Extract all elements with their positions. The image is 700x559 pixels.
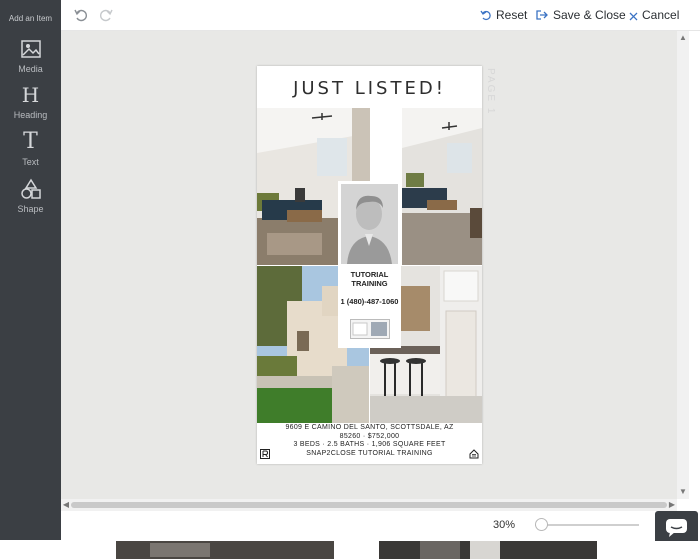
zoom-bar: 30%: [61, 511, 700, 541]
heading-icon: H: [21, 83, 40, 107]
listing-details[interactable]: 9609 E CAMINO DEL SANTO, SCOTTSDALE, AZ …: [257, 424, 482, 458]
image-icon: [20, 40, 41, 58]
equal-housing-icon: [469, 449, 479, 459]
media-label: Media: [18, 64, 43, 74]
text-label: Text: [22, 157, 39, 167]
shape-label: Shape: [17, 204, 44, 214]
heading-label: Heading: [13, 110, 48, 120]
add-shape-tool[interactable]: Shape: [0, 178, 61, 214]
scroll-up-icon[interactable]: ▲: [679, 34, 687, 42]
save-close-label: Save & Close: [553, 8, 626, 22]
page-indicator: PAGE 1: [485, 68, 496, 116]
brokerage-logo[interactable]: [350, 319, 390, 339]
reset-button[interactable]: Reset: [480, 8, 527, 22]
background-page-strip: [0, 541, 700, 559]
cancel-label: Cancel: [642, 8, 680, 22]
undo-icon[interactable]: [73, 7, 89, 23]
text-icon: T: [23, 129, 38, 154]
zoom-slider-track[interactable]: [535, 524, 639, 526]
flyer-headline[interactable]: JUST LISTED!: [257, 66, 482, 108]
vertical-scrollbar[interactable]: ▲ ▼: [677, 31, 689, 499]
agent-headshot[interactable]: [341, 184, 398, 264]
agent-card[interactable]: TUTORIAL TRAINING 1 (480)-487-1060: [338, 181, 401, 348]
scroll-right-icon[interactable]: ▶: [668, 501, 676, 509]
realtor-logo-icon: [260, 449, 270, 459]
sidebar-header: Add an Item: [8, 14, 53, 23]
chat-icon: [666, 519, 687, 537]
reset-label: Reset: [496, 8, 528, 22]
agent-phone[interactable]: 1 (480)-487-1060: [338, 297, 401, 306]
cancel-button[interactable]: Cancel: [629, 8, 679, 22]
add-heading-tool[interactable]: H Heading: [0, 84, 61, 120]
top-toolbar: Reset Save & Close Cancel: [61, 0, 700, 31]
photo-living-room-right[interactable]: [402, 108, 482, 265]
close-icon: [629, 12, 638, 21]
add-text-tool[interactable]: T Text: [0, 129, 61, 168]
flyer-page[interactable]: JUST LISTED! PAGE 1 TUTORIAL TRAINING 1 …: [257, 66, 496, 464]
shape-icon: [20, 178, 41, 199]
save-close-button[interactable]: Save & Close: [536, 8, 626, 22]
listing-address: 9609 E CAMINO DEL SANTO, SCOTTSDALE, AZ: [285, 424, 454, 431]
sidebar: Add an Item Media H Heading T Text Shape: [0, 0, 61, 540]
scroll-down-icon[interactable]: ▼: [679, 488, 687, 496]
listing-zip-price: 85260 · $752,000: [339, 432, 400, 440]
horizontal-scroll-thumb[interactable]: [71, 502, 667, 508]
listing-brokerage: SNAP2CLOSE TUTORIAL TRAINING: [306, 449, 433, 457]
scroll-left-icon[interactable]: ◀: [62, 501, 70, 509]
design-canvas[interactable]: JUST LISTED! PAGE 1 TUTORIAL TRAINING 1 …: [61, 31, 677, 499]
reset-icon: [480, 10, 491, 21]
zoom-slider-handle[interactable]: [535, 518, 548, 531]
listing-specs: 3 BEDS · 2.5 BATHS · 1,906 SQUARE FEET: [293, 441, 446, 449]
save-exit-icon: [536, 10, 548, 20]
horizontal-scrollbar[interactable]: ◀ ▶: [61, 499, 677, 511]
agent-name[interactable]: TUTORIAL TRAINING: [338, 270, 401, 288]
add-media-tool[interactable]: Media: [0, 38, 61, 74]
redo-icon[interactable]: [98, 7, 114, 23]
zoom-level: 30%: [493, 519, 516, 531]
